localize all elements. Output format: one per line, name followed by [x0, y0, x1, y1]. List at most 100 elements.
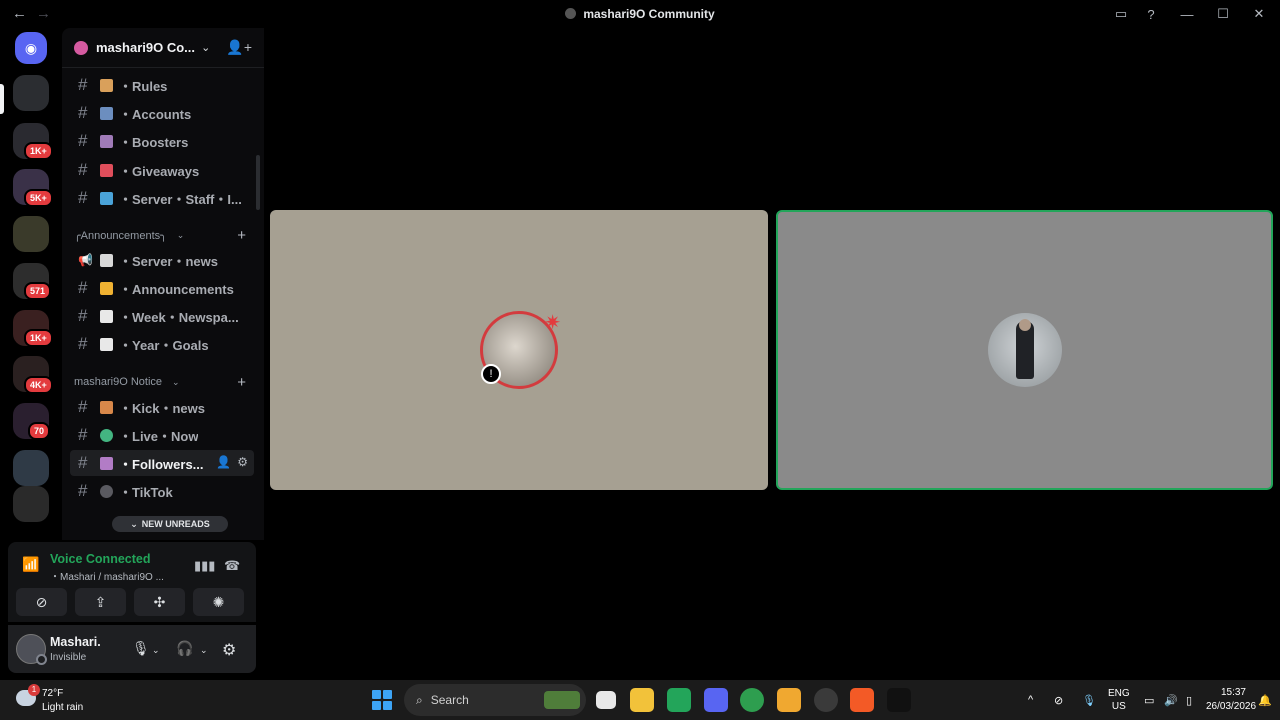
help-icon[interactable]: ?: [1136, 0, 1166, 28]
close-button[interactable]: ✕: [1238, 0, 1280, 28]
server-folder-3[interactable]: [13, 216, 49, 252]
tray-chevron-icon[interactable]: ^: [1028, 680, 1033, 720]
chevron-down-icon: ⌄: [130, 518, 138, 529]
app-icon-dark[interactable]: [887, 688, 911, 712]
chevron-down-icon[interactable]: ⌄: [201, 41, 210, 54]
weather-widget[interactable]: 1 72°F Light rain: [14, 684, 104, 714]
app-icon-yellow[interactable]: [777, 688, 801, 712]
soundboard-icon[interactable]: ✺: [193, 588, 244, 616]
channel-item[interactable]: # ・Server・Staff・I...: [70, 185, 254, 211]
new-unreads-pill[interactable]: ⌄ NEW UNREADS: [112, 516, 228, 532]
windows-start-icon[interactable]: [372, 690, 392, 710]
participant-avatar: [987, 313, 1062, 387]
date: 26/03/2026: [1206, 701, 1257, 712]
taskbar-search[interactable]: ⌕ Search: [404, 684, 586, 716]
channel-item[interactable]: # ・Giveaways: [70, 157, 254, 183]
camera-off-icon[interactable]: ⊘: [16, 588, 67, 616]
channel-emoji-icon: [100, 253, 113, 267]
discord-app-icon[interactable]: [704, 688, 728, 712]
channel-item[interactable]: # ・Kick・news: [70, 394, 254, 420]
voice-channel-name[interactable]: ・Mashari / mashari9O ...: [50, 568, 164, 583]
category-notice[interactable]: mashari9O Notice ⌄ +: [74, 374, 254, 391]
add-channel-icon[interactable]: +: [237, 227, 246, 244]
microphone-icon[interactable]: 🎙: [132, 640, 150, 657]
channel-item[interactable]: # ・Rules: [70, 72, 254, 98]
server-name: mashari9O Co...: [96, 40, 195, 55]
channel-emoji-icon: [100, 484, 113, 498]
search-placeholder: Search: [430, 693, 469, 707]
channel-emoji-icon: [100, 191, 113, 205]
steam-icon[interactable]: [814, 688, 838, 712]
selected-server-pill: [0, 84, 4, 114]
avatar[interactable]: [16, 634, 47, 665]
category-label: mashari9O Notice: [74, 376, 163, 388]
battery-icon[interactable]: ▯: [1186, 680, 1192, 720]
signal-icon[interactable]: 📶: [22, 556, 40, 574]
voice-actions: ⊘ ⇪ ✣ ✺: [16, 588, 244, 616]
channel-emoji-icon: [100, 400, 113, 414]
task-view-icon[interactable]: [596, 691, 616, 709]
channel-item[interactable]: # ・Live・Now: [70, 422, 254, 448]
language-indicator[interactable]: ENG US: [1108, 687, 1130, 713]
title-bar: ← → mashari9O Community ▭ ? — ☐ ✕: [0, 0, 1280, 28]
user-status: Invisible: [50, 652, 87, 663]
channel-item[interactable]: 📢 ・Server・news: [70, 247, 254, 273]
hash-icon: #: [78, 425, 88, 444]
channel-item[interactable]: # ・Year・Goals: [70, 331, 254, 357]
sidebar-scrollbar[interactable]: [256, 155, 260, 210]
hash-icon: #: [78, 334, 88, 353]
file-explorer-icon[interactable]: [630, 688, 654, 712]
channel-settings-icon[interactable]: ⚙: [237, 455, 248, 469]
notifications-icon[interactable]: 🔔: [1258, 680, 1272, 720]
channel-item[interactable]: # ・Announcements: [70, 275, 254, 301]
hash-icon: #: [78, 397, 88, 416]
settings-gear-icon[interactable]: ⚙: [222, 640, 236, 660]
disconnect-icon[interactable]: ☎: [224, 558, 240, 574]
headphones-icon[interactable]: 🎧: [176, 640, 193, 657]
channel-item[interactable]: # ・Followers... 👤 ⚙: [70, 450, 254, 476]
noise-suppression-icon[interactable]: ▮▮▮: [194, 558, 215, 574]
invite-people-icon[interactable]: 👤+: [226, 39, 252, 56]
new-unreads-label: NEW UNREADS: [141, 519, 210, 529]
server-folder-8[interactable]: [13, 450, 49, 486]
inbox-icon[interactable]: ▭: [1106, 0, 1136, 28]
channel-emoji-icon: [100, 163, 113, 177]
windows-taskbar: 1 72°F Light rain ⌕ Search ^ ⊘ 🎙 ENG US …: [0, 680, 1280, 720]
network-off-icon[interactable]: ⊘: [1054, 680, 1063, 720]
channel-emoji-icon: [100, 456, 113, 470]
clock[interactable]: 15:37 26/03/2026: [1206, 686, 1257, 714]
channel-item[interactable]: # ・Boosters: [70, 128, 254, 154]
add-channel-icon[interactable]: +: [237, 374, 246, 391]
voice-status[interactable]: Voice Connected: [50, 552, 150, 566]
activities-icon[interactable]: ✣: [134, 588, 185, 616]
channel-name: ・Live・Now: [119, 428, 199, 444]
channel-item[interactable]: # ・Accounts: [70, 100, 254, 126]
screen-share-icon[interactable]: ⇪: [75, 588, 126, 616]
channel-item[interactable]: # ・Week・Newspa...: [70, 303, 254, 329]
minimize-button[interactable]: —: [1166, 0, 1208, 28]
category-announcements[interactable]: ╭Announcements╮ ⌄ +: [74, 227, 254, 244]
invite-icon[interactable]: 👤: [216, 455, 231, 469]
window-controls: ▭ ? — ☐ ✕: [1106, 0, 1280, 28]
maximize-button[interactable]: ☐: [1208, 0, 1238, 28]
whatsapp-icon[interactable]: [667, 688, 691, 712]
server-icon-9[interactable]: [13, 486, 49, 522]
channel-item[interactable]: # ・TikTok: [70, 478, 254, 504]
chrome-icon[interactable]: [740, 688, 764, 712]
lang-top: ENG: [1108, 688, 1130, 699]
volume-icon[interactable]: 🔊: [1164, 680, 1178, 720]
server-icon-community[interactable]: [13, 75, 49, 111]
voice-tile-user-2-speaking[interactable]: [776, 210, 1273, 490]
hash-icon: #: [78, 481, 88, 500]
username[interactable]: Mashari.: [50, 635, 101, 649]
chevron-down-icon[interactable]: ⌄: [152, 645, 160, 656]
chevron-down-icon[interactable]: ⌄: [200, 645, 208, 656]
mic-tray-icon[interactable]: 🎙: [1082, 680, 1096, 720]
server-header[interactable]: mashari9O Co... ⌄ 👤+: [62, 28, 264, 68]
channel-name: ・Week・Newspa...: [119, 309, 239, 325]
brave-icon[interactable]: [850, 688, 874, 712]
wifi-icon[interactable]: ▭: [1144, 680, 1154, 720]
discord-home-icon[interactable]: ◉: [15, 32, 47, 64]
voice-tile-user-1[interactable]: ✷ !: [270, 210, 768, 490]
window-title: mashari9O Community: [0, 7, 1280, 21]
